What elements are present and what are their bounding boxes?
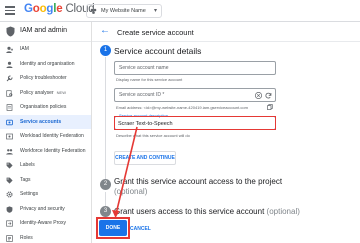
service-account-icon	[6, 119, 13, 125]
sidebar-item-roles[interactable]: Roles	[0, 231, 91, 243]
sidebar-item-labels[interactable]: Labels	[0, 158, 91, 173]
step-3-optional: (optional)	[266, 207, 300, 216]
refresh-icon[interactable]	[265, 92, 272, 99]
step-1-number: 1	[100, 45, 111, 56]
service-account-name-field[interactable]: Service account name	[114, 61, 276, 75]
annotation-highlight-box	[114, 116, 276, 130]
sidebar-item-settings[interactable]: Settings	[0, 187, 91, 202]
step-3-title[interactable]: Grant users access to this service accou…	[114, 207, 300, 216]
tag-icon	[6, 177, 13, 184]
project-selector[interactable]: My Website Name ▾	[86, 4, 162, 18]
sidebar-item-iam[interactable]: IAM	[0, 42, 91, 57]
sidebar-item-policy-troubleshooter[interactable]: Policy troubleshooter	[0, 71, 91, 86]
done-button[interactable]: DONE	[99, 220, 127, 236]
email-hint: Email address: <id>@my-website-name-4204…	[116, 105, 248, 110]
gear-icon	[6, 191, 13, 198]
sidebar-item-label: Organisation policies	[20, 104, 67, 110]
sidebar-item-label: IAM	[20, 46, 29, 52]
name-placeholder: Service account name	[119, 65, 169, 71]
sidebar-item-workforce-identity-federation[interactable]: Workforce Identity Federation	[0, 144, 91, 159]
sidebar-item-organisation-policies[interactable]: Organisation policies	[0, 100, 91, 115]
name-hint: Display name for this service account	[116, 77, 183, 82]
sidebar-item-label: Workload Identity Federation	[20, 133, 84, 139]
sidebar-item-workload-identity-federation[interactable]: Workload Identity Federation	[0, 129, 91, 144]
sidebar-item-label: Roles	[20, 234, 33, 241]
sidebar-item-label: Policy troubleshooter	[20, 75, 67, 81]
document-icon	[6, 104, 13, 111]
sidebar-item-identity-and-organisation[interactable]: Identity and organisation	[0, 57, 91, 72]
new-badge: NEW	[56, 89, 66, 95]
sidebar-item-policy-analyser[interactable]: Policy analyser NEW	[0, 86, 91, 101]
sidebar-item-label: Tags	[20, 176, 31, 183]
sidebar-title: IAM and admin	[20, 27, 68, 34]
step-2-optional: (optional)	[114, 187, 148, 196]
sidebar-item-label: Policy analyser	[20, 89, 54, 96]
step-3-number: 3	[100, 206, 111, 217]
sidebar-item-identity-aware-proxy[interactable]: Identity-Aware Proxy	[0, 216, 91, 231]
top-bar: Google Cloud My Website Name ▾	[0, 0, 360, 22]
document-search-icon	[6, 89, 13, 97]
step-3-title-text: Grant users access to this service accou…	[114, 207, 265, 216]
service-account-id-field[interactable]: Service account ID *	[114, 88, 276, 102]
federation-icon	[6, 133, 13, 140]
project-icon	[90, 8, 97, 14]
step-connector	[105, 57, 106, 186]
sidebar-item-label: Privacy and security	[20, 205, 65, 212]
step-2-number: 2	[100, 179, 111, 190]
step-1-title: Service account details	[114, 46, 202, 56]
roles-icon	[6, 234, 13, 242]
wrench-icon	[6, 75, 13, 82]
shield-icon	[6, 205, 13, 213]
sidebar-item-service-accounts[interactable]: Service accounts	[0, 114, 91, 129]
shield-icon	[6, 26, 15, 37]
menu-icon[interactable]	[5, 6, 15, 15]
step-2-title[interactable]: Grant this service account access to the…	[114, 177, 282, 186]
people-icon	[6, 148, 13, 154]
cancel-button[interactable]: CANCEL	[130, 226, 151, 232]
person-icon	[6, 61, 13, 68]
sidebar-item-label: Identity-Aware Proxy	[20, 220, 67, 226]
person-add-icon	[6, 46, 13, 53]
create-and-continue-button[interactable]: CREATE AND CONTINUE	[114, 151, 176, 165]
sidebar-header: IAM and admin	[0, 22, 91, 42]
sidebar: IAM and admin IAM Identity and organisati…	[0, 22, 92, 243]
sidebar-item-label: Settings	[20, 191, 39, 197]
sidebar-item-privacy-and-security[interactable]: Privacy and security	[0, 202, 91, 217]
sidebar-item-tags[interactable]: Tags	[0, 173, 91, 188]
sidebar-item-label: Identity and organisation	[20, 60, 75, 67]
id-placeholder: Service account ID *	[119, 92, 165, 98]
page-header: ← Create service account	[92, 22, 360, 42]
project-name: My Website Name	[101, 8, 146, 14]
proxy-icon	[6, 220, 13, 227]
google-cloud-logo[interactable]: Google Cloud	[24, 3, 95, 15]
sidebar-item-label: Service accounts	[20, 118, 62, 125]
close-icon[interactable]	[255, 91, 262, 99]
page-title: Create service account	[117, 28, 194, 37]
chevron-down-icon: ▾	[153, 8, 157, 14]
tag-icon	[6, 162, 13, 169]
arrow-left-icon[interactable]: ←	[100, 26, 110, 36]
copy-icon[interactable]	[267, 104, 273, 110]
sidebar-item-label: Workforce Identity Federation	[20, 147, 86, 154]
step-2-title-text: Grant this service account access to the…	[114, 177, 283, 186]
description-hint: Describe what this service account will …	[116, 133, 190, 138]
sidebar-item-label: Labels	[20, 162, 35, 168]
